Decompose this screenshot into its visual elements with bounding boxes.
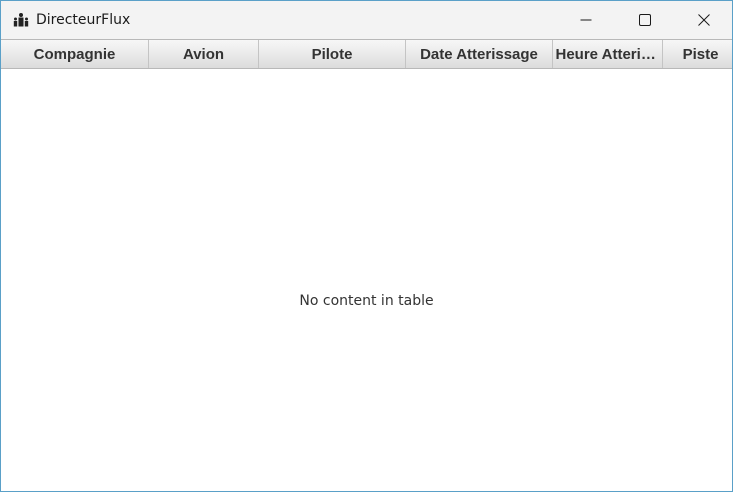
maximize-icon bbox=[639, 14, 651, 26]
maximize-button[interactable] bbox=[616, 1, 674, 39]
title-bar[interactable]: DirecteurFlux bbox=[1, 1, 732, 39]
close-icon bbox=[698, 14, 710, 26]
window-title: DirecteurFlux bbox=[36, 12, 131, 28]
group-of-people-icon bbox=[13, 13, 29, 27]
column-header-compagnie[interactable]: Compagnie bbox=[1, 40, 149, 68]
column-header-heure-atterissage[interactable]: Heure Atterissage bbox=[553, 40, 663, 68]
close-button[interactable] bbox=[675, 1, 732, 39]
column-header-date-atterissage[interactable]: Date Atterissage bbox=[406, 40, 553, 68]
empty-table-placeholder: No content in table bbox=[299, 293, 434, 309]
column-header-avion[interactable]: Avion bbox=[149, 40, 259, 68]
app-window: DirecteurFlux Compagnie Avion Pilote Dat… bbox=[0, 0, 733, 492]
landings-table[interactable]: Compagnie Avion Pilote Date Atterissage … bbox=[1, 39, 732, 491]
minimize-button[interactable] bbox=[557, 1, 615, 39]
minimize-icon bbox=[580, 19, 592, 21]
column-header-pilote[interactable]: Pilote bbox=[259, 40, 406, 68]
column-header-piste[interactable]: Piste bbox=[663, 40, 732, 68]
table-header: Compagnie Avion Pilote Date Atterissage … bbox=[1, 39, 732, 69]
